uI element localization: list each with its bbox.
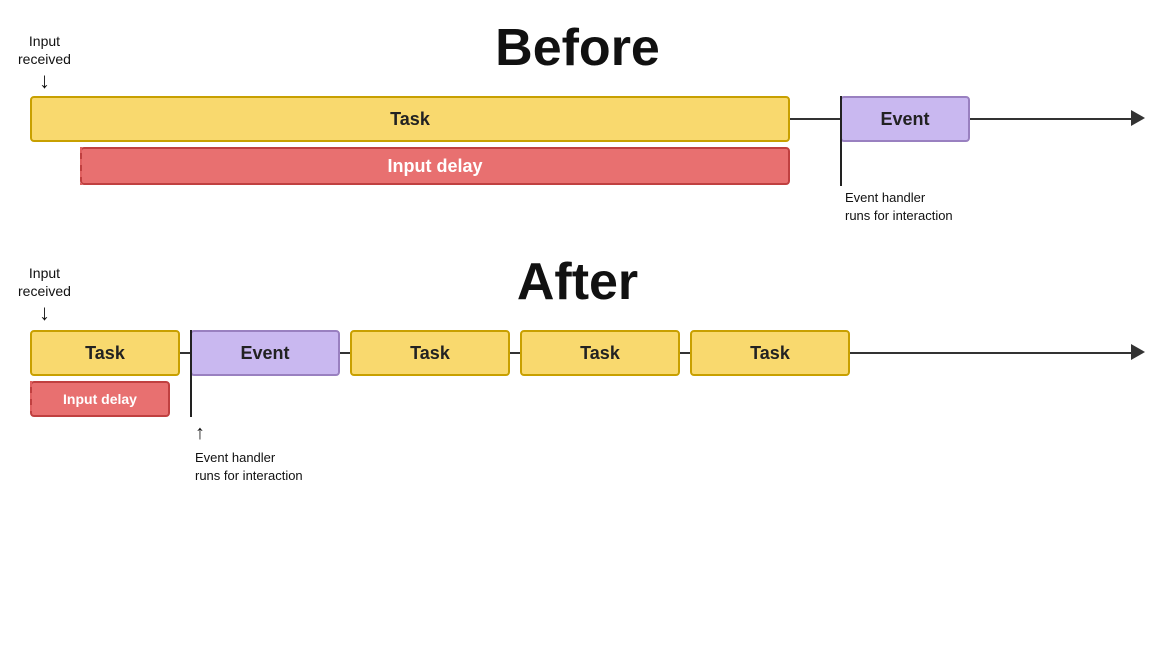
after-task-box-2: Task — [350, 330, 510, 376]
after-task-box-3: Task — [520, 330, 680, 376]
after-arrow-down-icon: ↓ — [39, 300, 50, 325]
before-input-received-annotation: Input received ↓ — [18, 32, 71, 93]
after-event-box: Event — [190, 330, 340, 376]
after-title: After — [0, 252, 1155, 312]
after-input-delay-box: Input delay — [30, 381, 170, 417]
before-event-tick — [840, 96, 842, 186]
before-arrow-down-icon: ↓ — [39, 68, 50, 93]
after-event-handler-annotation: ↑ Event handler runs for interaction — [195, 419, 303, 485]
after-event-handler-arrow-icon: ↑ — [195, 422, 205, 444]
diagram-container: Before Task Event Input delay In — [0, 0, 1155, 647]
after-task-box-4: Task — [690, 330, 850, 376]
before-event-handler-annotation: Event handler runs for interaction — [845, 189, 953, 225]
before-title: Before — [0, 18, 1155, 78]
after-event-tick — [190, 330, 192, 417]
after-input-received-annotation: Inputreceived ↓ — [18, 264, 71, 325]
before-input-delay-box: Input delay — [80, 147, 790, 185]
after-section: After Task Event Task Task — [0, 232, 1155, 456]
after-task-box-1: Task — [30, 330, 180, 376]
after-dashed-line — [30, 381, 32, 417]
before-event-box: Event — [840, 96, 970, 142]
before-task-box: Task — [30, 96, 790, 142]
before-section: Before Task Event Input delay In — [0, 0, 1155, 202]
before-dashed-line — [80, 147, 82, 185]
